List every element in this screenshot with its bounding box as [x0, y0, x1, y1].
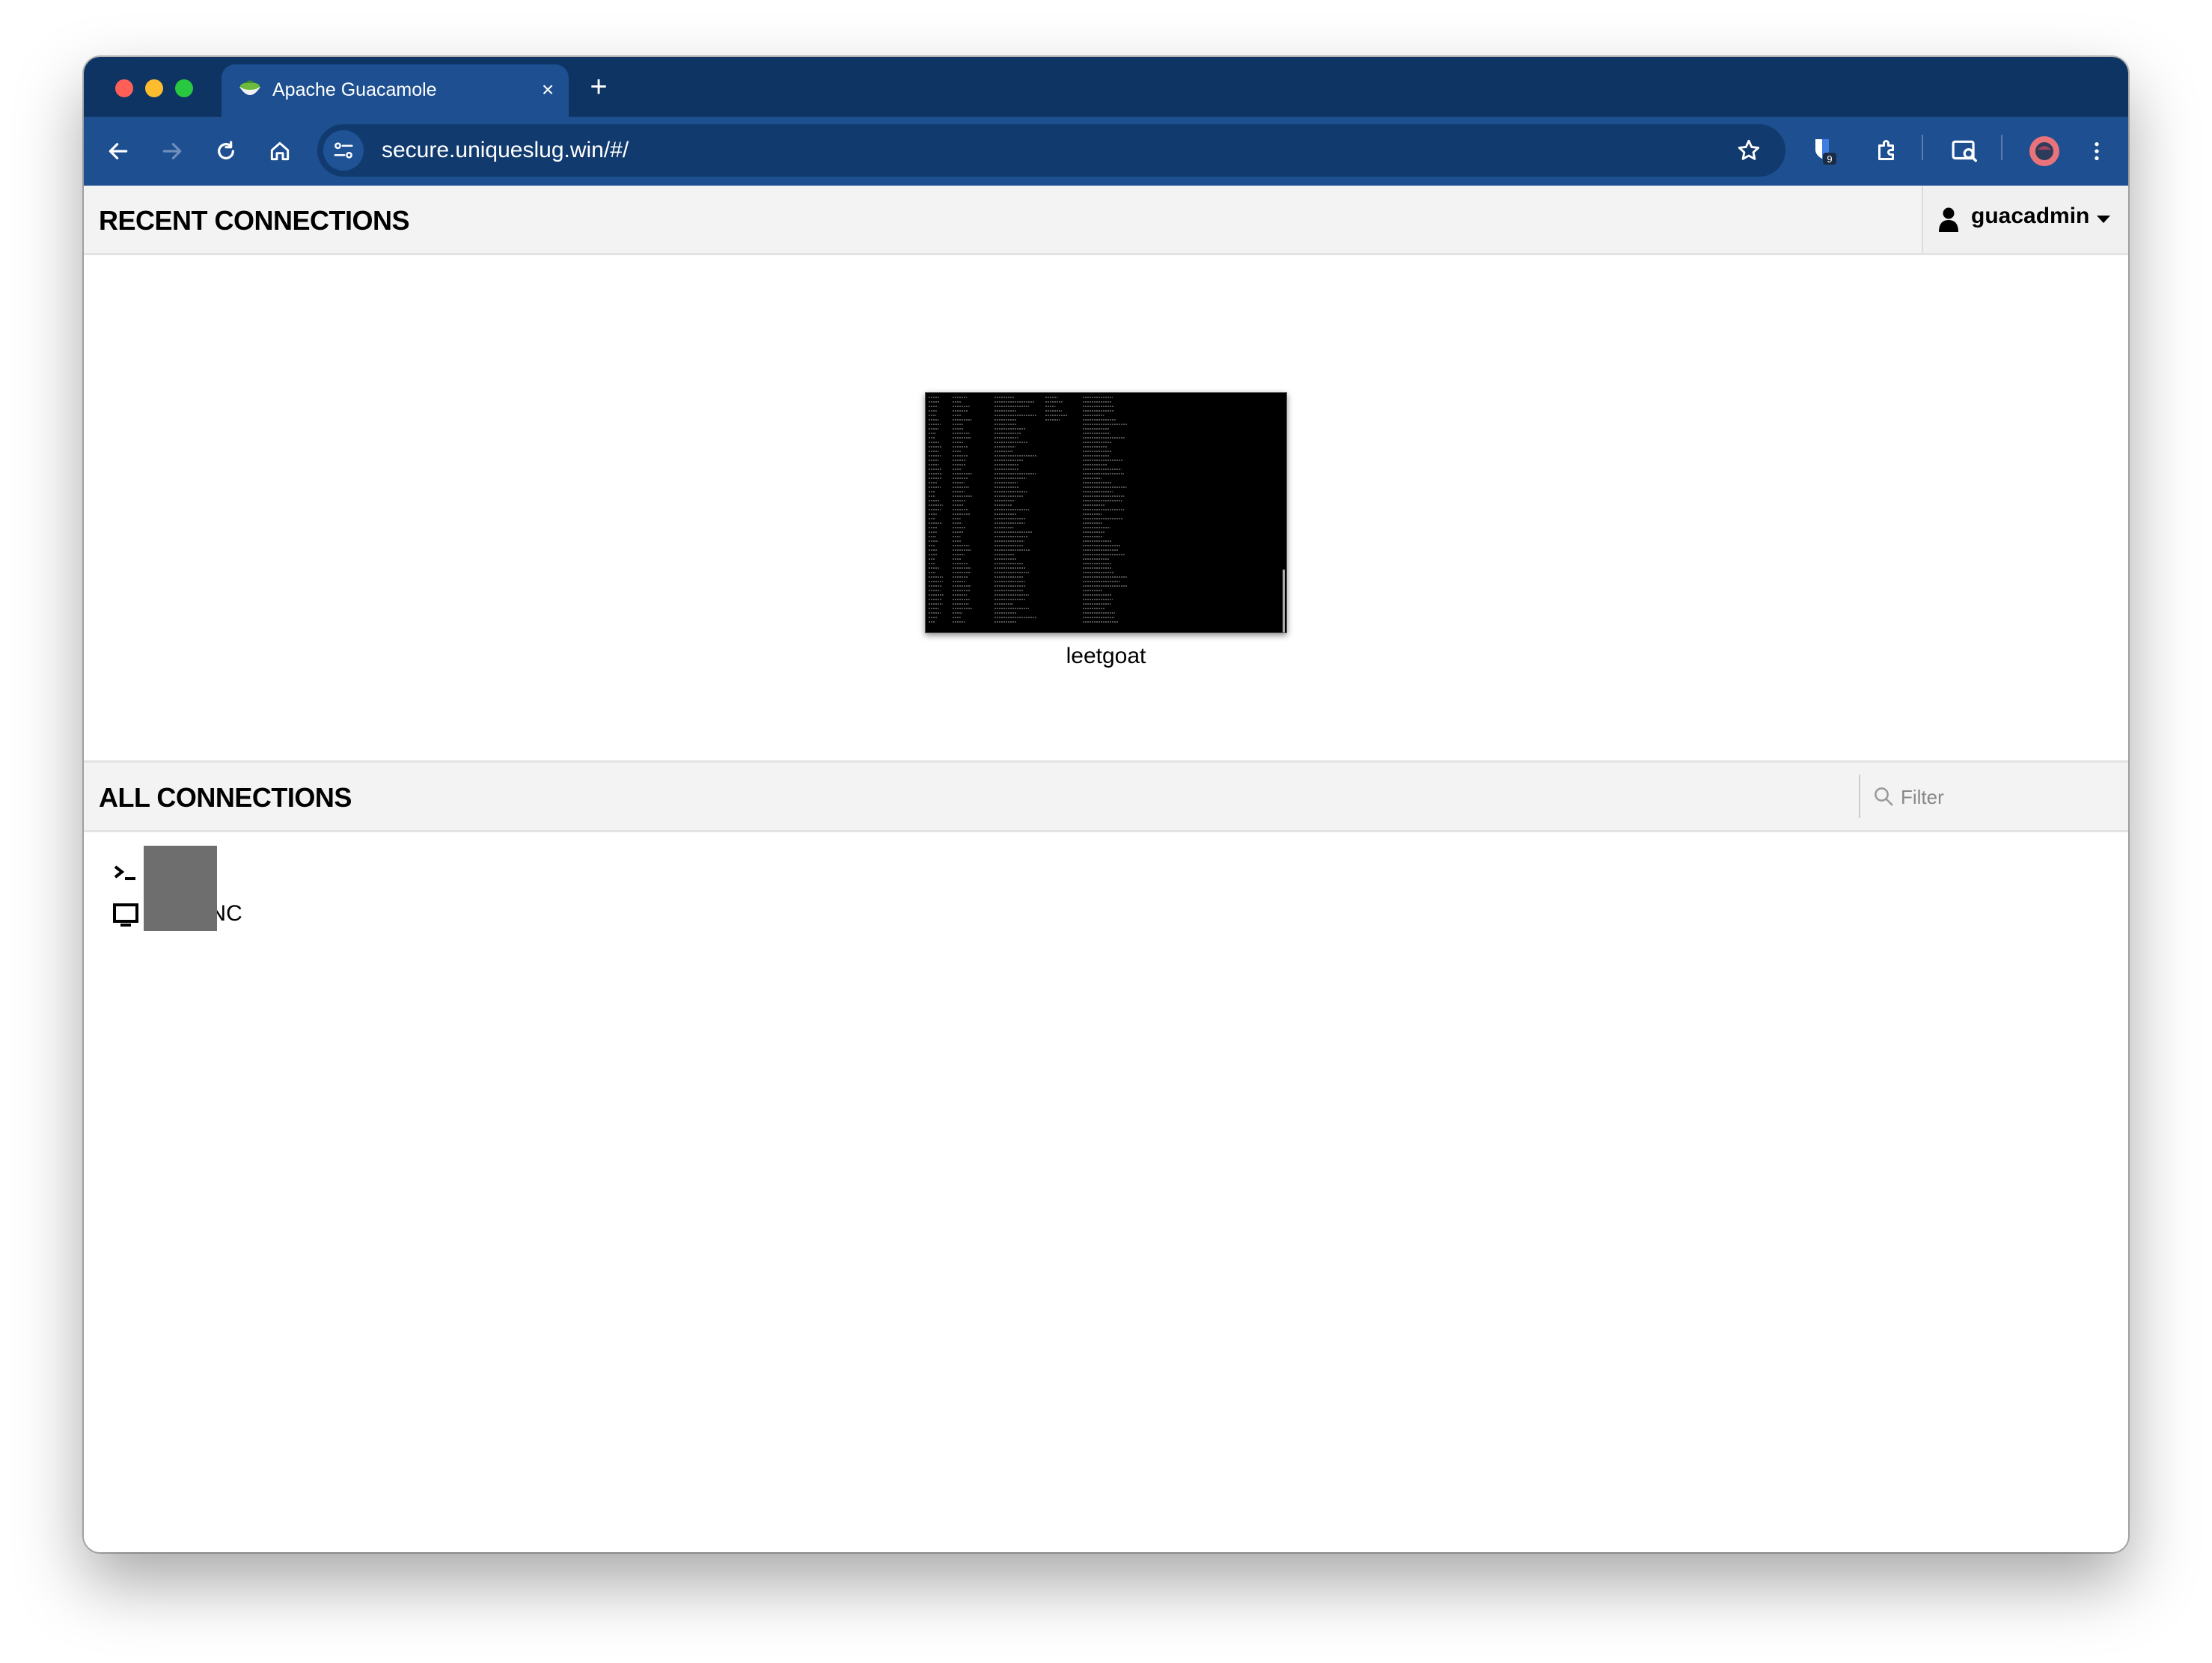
recent-connections-header: RECENT CONNECTIONS guacadmin — [84, 186, 2128, 255]
filter-input[interactable] — [1899, 781, 2119, 814]
terminal-preview-image — [926, 393, 1286, 632]
all-connections-title: ALL CONNECTIONS — [99, 782, 352, 813]
toolbar-separator — [2001, 135, 2002, 160]
maximize-window-button[interactable] — [175, 79, 193, 97]
reload-icon[interactable] — [208, 133, 244, 169]
redaction-block — [144, 846, 217, 931]
extension-badge: 9 — [1827, 153, 1832, 165]
bookmark-star-icon[interactable] — [1733, 135, 1765, 166]
terminal-icon — [114, 865, 135, 880]
user-icon — [1939, 207, 1958, 232]
home-icon[interactable] — [262, 133, 298, 169]
profile-avatar-icon[interactable] — [2026, 133, 2062, 169]
toolbar-separator — [1922, 135, 1923, 160]
user-menu[interactable]: guacadmin — [1922, 186, 2128, 253]
tab-search-icon[interactable] — [1947, 133, 1983, 169]
tab-close-icon[interactable]: × — [533, 75, 563, 105]
guacamole-favicon-icon — [239, 80, 260, 95]
connection-thumbnail[interactable] — [925, 392, 1287, 633]
recent-connection-tile[interactable]: leetgoat — [925, 392, 1287, 669]
url-text[interactable]: secure.uniqueslug.win/#/ — [382, 138, 629, 163]
address-bar[interactable]: secure.uniqueslug.win/#/ — [317, 124, 1785, 177]
recent-connection-name[interactable]: leetgoat — [925, 644, 1287, 669]
extensions-puzzle-icon[interactable] — [1869, 133, 1905, 169]
forward-icon[interactable] — [154, 133, 190, 169]
desktop-icon — [113, 903, 138, 927]
close-window-button[interactable] — [115, 79, 133, 97]
tab-apache-guacamole[interactable]: Apache Guacamole × — [221, 64, 569, 117]
filter-box — [1859, 775, 2128, 818]
shield-extension-icon[interactable]: 9 — [1806, 133, 1842, 169]
minimize-window-button[interactable] — [145, 79, 163, 97]
guacamole-home-page: RECENT CONNECTIONS guacadmin leetgoat AL… — [84, 186, 2128, 1552]
search-icon — [1875, 787, 1893, 806]
all-connections-header: ALL CONNECTIONS — [84, 760, 2128, 832]
browser-window: Apache Guacamole × + 9 secure.uniqueslug… — [84, 57, 2128, 1552]
username-label: guacadmin — [1971, 204, 2090, 228]
back-icon[interactable] — [100, 133, 136, 169]
new-tab-button[interactable]: + — [584, 72, 614, 102]
tab-title: Apache Guacamole — [272, 79, 437, 100]
chevron-down-icon — [2097, 216, 2110, 223]
recent-connections-title: RECENT CONNECTIONS — [99, 205, 410, 236]
kebab-menu-icon[interactable] — [2079, 133, 2115, 169]
site-settings-icon[interactable] — [323, 130, 364, 171]
tab-strip: Apache Guacamole × + — [84, 57, 2128, 117]
